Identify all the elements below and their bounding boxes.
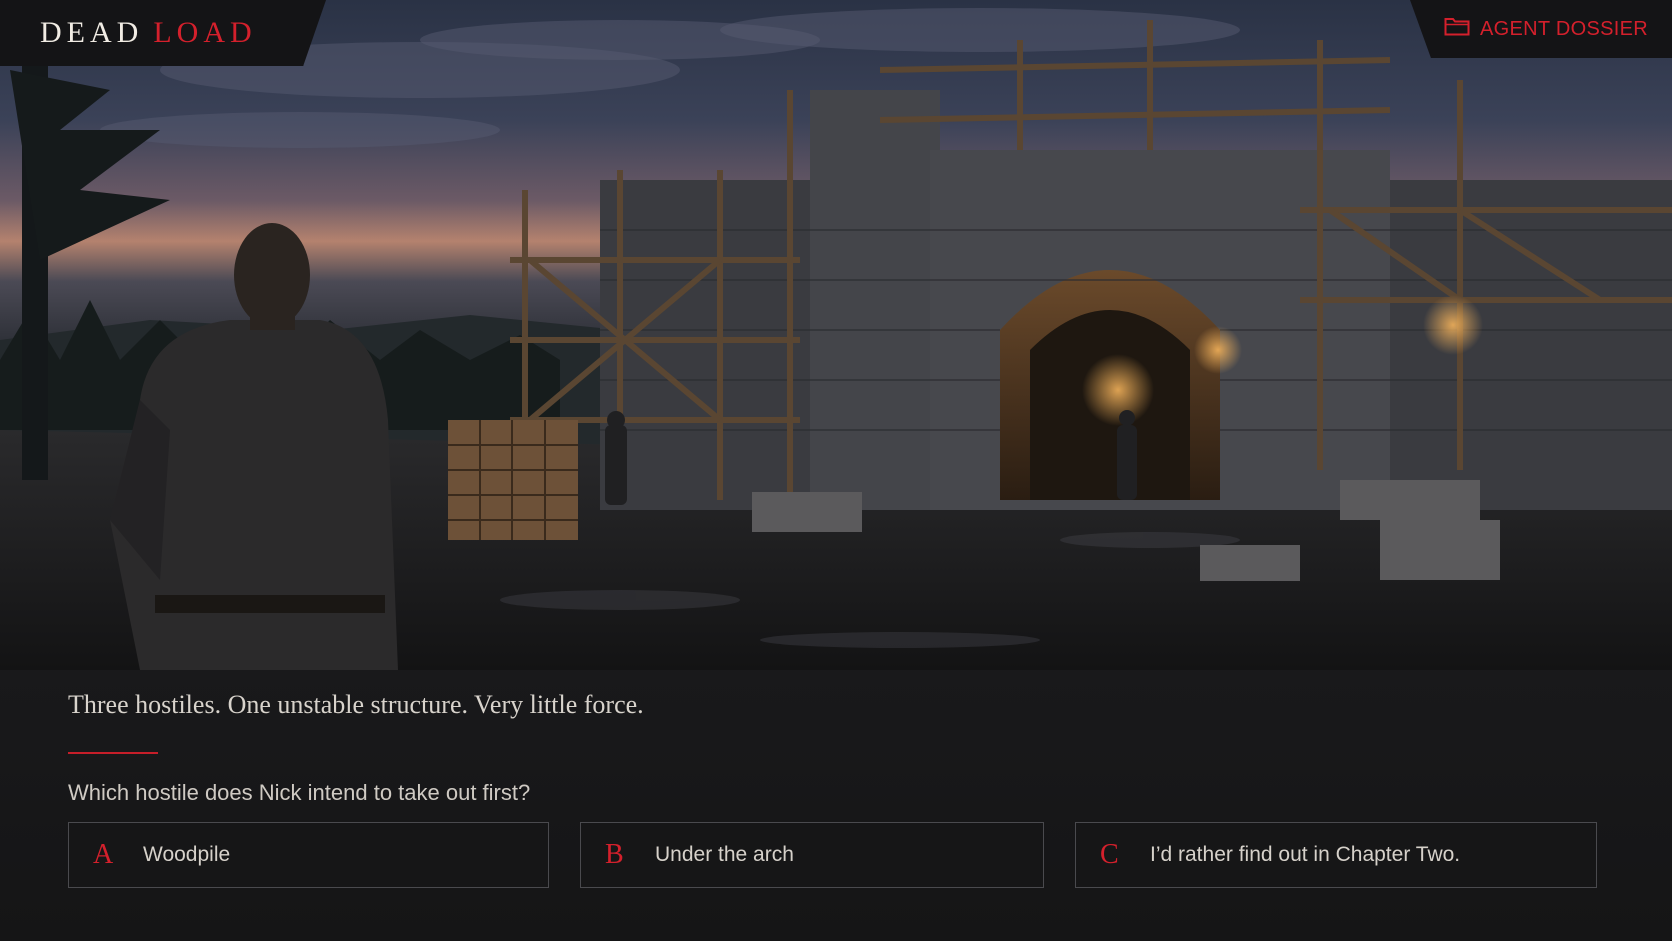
choice-letter: B <box>605 839 624 870</box>
choice-text: I’d rather find out in Chapter Two. <box>1150 843 1461 866</box>
choice-text: Under the arch <box>655 843 794 866</box>
choice-letter: C <box>1100 839 1119 870</box>
narration-text: Three hostiles. One unstable structure. … <box>68 690 644 719</box>
agent-dossier-button[interactable]: AGENT DOSSIER <box>1444 16 1648 42</box>
folder-icon <box>1444 16 1470 42</box>
accent-divider <box>68 752 158 754</box>
nick-figure <box>110 223 398 670</box>
woodpile <box>448 420 578 540</box>
choice-b-button[interactable]: B Under the arch <box>580 822 1044 888</box>
agent-dossier-label: AGENT DOSSIER <box>1479 17 1648 40</box>
choice-text: Woodpile <box>143 843 231 866</box>
dossier-plate: AGENT DOSSIER <box>1410 0 1672 58</box>
game-logo: DEAD LOAD <box>40 16 257 50</box>
dialogue-panel: Three hostiles. One unstable structure. … <box>0 670 1672 941</box>
logo-word-load: LOAD <box>153 16 257 49</box>
logo-plate: DEAD LOAD <box>0 0 326 66</box>
choice-letter: A <box>93 839 114 870</box>
scene-illustration <box>0 8 1672 670</box>
scene-image <box>0 0 1672 670</box>
choice-c-button[interactable]: C I’d rather find out in Chapter Two. <box>1075 822 1597 888</box>
question-text: Which hostile does Nick intend to take o… <box>68 780 531 805</box>
choice-a-button[interactable]: A Woodpile <box>68 822 549 888</box>
logo-word-dead: DEAD <box>40 16 144 49</box>
